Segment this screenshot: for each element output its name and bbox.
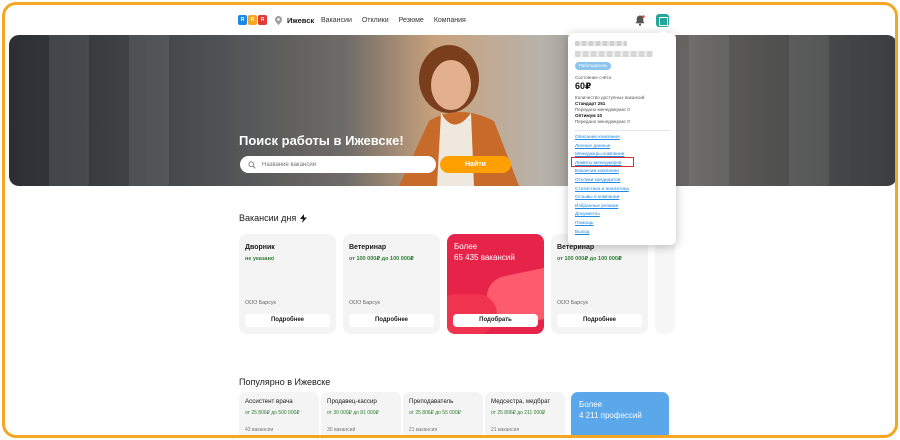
promo-line1: Более bbox=[579, 400, 603, 409]
account-links: Описание компании Личные данные Менеджер… bbox=[575, 134, 629, 237]
vacancy-card[interactable]: Ветеринар от 100 000₽ до 100 000₽ ООО Ба… bbox=[551, 234, 648, 334]
profession-salary: от 25 806₽ до 211 000₽ bbox=[491, 410, 546, 416]
hero-background-window bbox=[49, 35, 89, 186]
profession-title: Ассистент врача bbox=[245, 398, 293, 405]
details-button[interactable]: Подробнее bbox=[349, 314, 434, 327]
profession-salary: от 25 806₽ до 500 000₽ bbox=[245, 410, 300, 416]
vacancy-title: Ветеринар bbox=[557, 244, 595, 251]
nav-resumes[interactable]: Резюме bbox=[399, 17, 424, 24]
nav-company[interactable]: Компания bbox=[434, 17, 466, 24]
link-favorite-resumes[interactable]: Избранные резюме bbox=[575, 203, 629, 212]
vacancy-company: ООО Барсук bbox=[245, 300, 276, 306]
vacancy-company: ООО Барсук bbox=[349, 300, 380, 306]
vacancy-title: Дворник bbox=[245, 244, 275, 251]
hero-background-window bbox=[129, 35, 169, 186]
redacted-name bbox=[575, 41, 627, 46]
nav-vacancies[interactable]: Вакансии bbox=[321, 17, 352, 24]
profession-card[interactable]: Преподаватель от 25 806₽ до 55 000₽ 21 в… bbox=[403, 392, 483, 435]
vacancies-section-title: Вакансии дня bbox=[239, 213, 308, 223]
vacancy-salary: не указано bbox=[245, 256, 275, 262]
link-candidate-responses[interactable]: Отклики кандидатов bbox=[575, 177, 629, 186]
hero-title: Поиск работы в Ижевске! bbox=[239, 133, 404, 148]
link-statistics[interactable]: Статистика и аналитика bbox=[575, 186, 629, 195]
link-company-vacancies[interactable]: Вакансии компании bbox=[575, 168, 629, 177]
nav-responses[interactable]: Отклики bbox=[362, 17, 389, 24]
site-logo[interactable]: RRR bbox=[238, 15, 267, 25]
section-title-text: Популярно в Ижевске bbox=[239, 377, 331, 387]
promo-line2: 65 435 вакансий bbox=[454, 253, 515, 262]
profession-count: 21 вакансия bbox=[409, 427, 438, 433]
search-input[interactable] bbox=[262, 161, 422, 168]
details-button[interactable]: Подробнее bbox=[557, 314, 642, 327]
menu-divider bbox=[574, 130, 670, 131]
standard-transfer: Передано менеджерам: 0 bbox=[575, 107, 630, 112]
link-personal-data[interactable]: Личные данные bbox=[575, 143, 629, 152]
lightning-icon bbox=[300, 213, 308, 223]
vacancy-card-partial bbox=[655, 234, 675, 334]
notifications-bell-icon[interactable] bbox=[635, 15, 645, 26]
profession-salary: от 30 000₽ до 81 000₽ bbox=[327, 410, 379, 416]
role-badge: Работодатель bbox=[575, 62, 612, 70]
balance-label: Состояние счёта bbox=[575, 75, 611, 80]
optimum-tariff: Оптимум 10 bbox=[575, 113, 603, 118]
vacancy-salary: от 100 000₽ до 100 000₽ bbox=[557, 256, 622, 262]
vacancies-label: Количество доступных вакансий bbox=[575, 95, 645, 100]
profession-salary: от 25 806₽ до 55 000₽ bbox=[409, 410, 461, 416]
balance-value: 60₽ bbox=[575, 81, 592, 91]
profession-card[interactable]: Продавец-кассир от 30 000₽ до 81 000₽ 30… bbox=[321, 392, 401, 435]
search-button[interactable]: Найти bbox=[440, 156, 511, 173]
profession-count: 30 вакансий bbox=[327, 427, 356, 433]
vacancy-company: ООО Барсук bbox=[557, 300, 588, 306]
vacancy-salary: от 100 000₽ до 100 000₽ bbox=[349, 256, 414, 262]
account-menu-icon[interactable] bbox=[656, 14, 669, 27]
highlight-box bbox=[571, 157, 634, 167]
link-help[interactable]: Помощь bbox=[575, 220, 629, 229]
browser-frame: RRR Ижевск Вакансии Отклики Резюме Компа… bbox=[2, 2, 898, 438]
search-field[interactable] bbox=[240, 156, 436, 173]
vacancy-title: Ветеринар bbox=[349, 244, 387, 251]
standard-tariff: Стандарт 251 bbox=[575, 101, 606, 106]
account-dropdown: Работодатель Состояние счёта 60₽ Количес… bbox=[568, 29, 676, 245]
hero-background-window bbox=[689, 35, 729, 186]
top-navigation: RRR Ижевск Вакансии Отклики Резюме Компа… bbox=[5, 5, 895, 35]
location-pin-icon bbox=[275, 16, 282, 25]
profession-card[interactable]: Медсестра, медбрат от 25 806₽ до 211 000… bbox=[485, 392, 565, 435]
pick-button[interactable]: Подобрать bbox=[453, 314, 538, 327]
profession-title: Медсестра, медбрат bbox=[491, 398, 551, 405]
vacancy-card[interactable]: Дворник не указано ООО Барсук Подробнее bbox=[239, 234, 336, 334]
profession-count: 43 вакансии bbox=[245, 427, 274, 433]
details-button[interactable]: Подробнее bbox=[245, 314, 330, 327]
profession-title: Продавец-кассир bbox=[327, 398, 377, 405]
link-company-description[interactable]: Описание компании bbox=[575, 134, 629, 143]
city-selector[interactable]: Ижевск bbox=[275, 16, 314, 25]
hero-background-window bbox=[789, 35, 829, 186]
search-icon bbox=[248, 160, 256, 169]
profession-card[interactable]: Ассистент врача от 25 806₽ до 500 000₽ 4… bbox=[239, 392, 319, 435]
city-name: Ижевск bbox=[287, 16, 315, 25]
vacancy-card[interactable]: Ветеринар от 100 000₽ до 100 000₽ ООО Ба… bbox=[343, 234, 440, 334]
redacted-email bbox=[575, 51, 653, 57]
promo-line2: 4 211 профессий bbox=[579, 411, 642, 420]
profession-title: Преподаватель bbox=[409, 398, 454, 405]
section-title-text: Вакансии дня bbox=[239, 213, 297, 223]
profession-count: 21 вакансия bbox=[491, 427, 520, 433]
professions-promo-card[interactable]: Более 4 211 профессий bbox=[571, 392, 669, 435]
promo-line1: Более bbox=[454, 242, 478, 251]
link-logout[interactable]: Выход bbox=[575, 229, 629, 238]
popular-section-title: Популярно в Ижевске bbox=[239, 377, 330, 387]
vacancies-promo-card[interactable]: Более 65 435 вакансий Подобрать bbox=[447, 234, 544, 334]
main-nav: Вакансии Отклики Резюме Компания bbox=[321, 17, 466, 24]
link-company-reviews[interactable]: Отзывы о компании bbox=[575, 194, 629, 203]
link-documents[interactable]: Документы bbox=[575, 211, 629, 220]
optimum-transfer: Передано менеджерам: 0 bbox=[575, 119, 630, 124]
